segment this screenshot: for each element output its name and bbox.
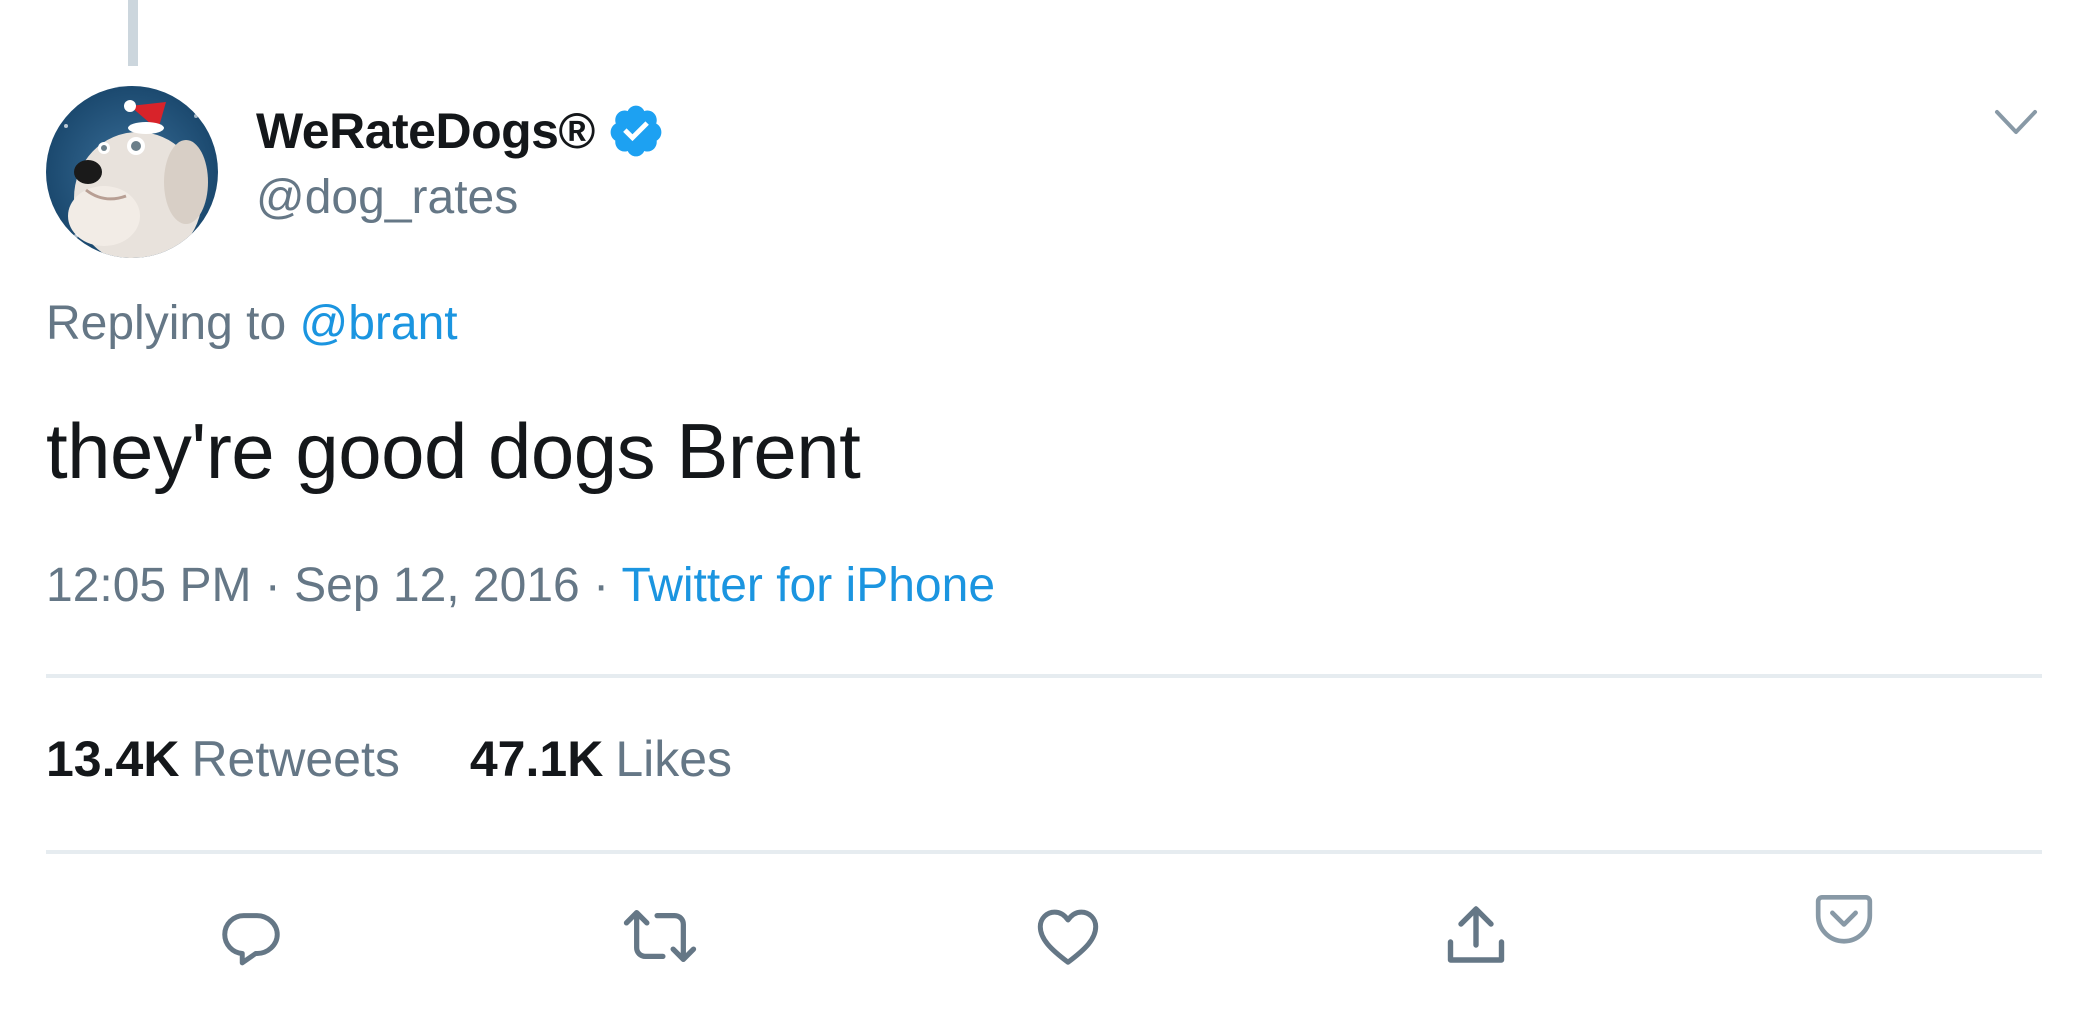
retweets-count: 13.4K xyxy=(46,731,180,787)
replying-prefix: Replying to xyxy=(46,297,287,350)
reply-button[interactable] xyxy=(211,896,291,976)
likes-count: 47.1K xyxy=(469,731,604,787)
display-name[interactable]: WeRateDogs® xyxy=(256,102,595,160)
share-icon xyxy=(1447,906,1505,963)
retweets-label: Retweets xyxy=(191,731,400,787)
divider xyxy=(46,674,2042,678)
likes-stat[interactable]: 47.1K Likes xyxy=(470,730,732,788)
tweet-time[interactable]: 12:05 PM xyxy=(46,559,251,612)
tweet-source-link[interactable]: Twitter for iPhone xyxy=(622,559,996,612)
meta-separator: · xyxy=(264,559,295,612)
pocket-icon xyxy=(1815,895,1873,944)
retweet-button[interactable] xyxy=(620,896,700,976)
heart-icon xyxy=(1037,909,1099,965)
avatar[interactable] xyxy=(46,86,218,258)
chevron-down-icon[interactable] xyxy=(1994,108,2038,138)
tweet-stats: 13.4K Retweets 47.1K Likes xyxy=(46,730,732,788)
author-block[interactable]: WeRateDogs® @dog_rates xyxy=(256,98,665,225)
replying-to-line: Replying to @brant xyxy=(46,296,458,351)
tweet-text: they're good dogs Brent xyxy=(46,407,861,495)
handle[interactable]: @dog_rates xyxy=(256,170,665,225)
likes-label: Likes xyxy=(615,731,733,787)
like-button[interactable] xyxy=(1028,896,1108,976)
share-button[interactable] xyxy=(1436,896,1516,976)
verified-badge-icon xyxy=(610,105,662,157)
replying-to-link[interactable]: @brant xyxy=(299,297,457,350)
pocket-button[interactable] xyxy=(1804,878,1884,958)
tweet-date[interactable]: Sep 12, 2016 xyxy=(294,559,580,612)
meta-separator: · xyxy=(593,559,622,612)
divider xyxy=(46,850,2042,854)
retweets-stat[interactable]: 13.4K Retweets xyxy=(46,730,400,788)
display-name-row: WeRateDogs® xyxy=(256,98,665,164)
retweet-icon xyxy=(623,910,697,962)
tweet-detail: WeRateDogs® @dog_rates Replying to @bran… xyxy=(0,0,2082,1020)
thread-connector-line xyxy=(128,0,138,66)
tweet-meta: 12:05 PM · Sep 12, 2016 · Twitter for iP… xyxy=(46,558,995,613)
reply-icon xyxy=(222,913,280,966)
dog-avatar-image xyxy=(46,86,218,258)
